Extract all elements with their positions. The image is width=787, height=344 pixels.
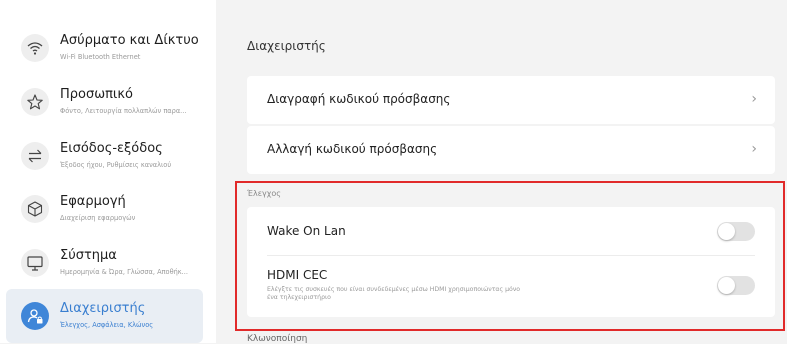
- sidebar-item-input-output[interactable]: Εισόδος-εξόδος Έξοδος ήχου, Ρυθμίσεις κα…: [6, 129, 203, 183]
- sidebar-item-title: Διαχειριστής: [60, 301, 146, 316]
- sidebar-item-title: Εισόδος-εξόδος: [60, 141, 163, 156]
- sidebar-item-subtitle: Φόντο, Λειτουργία πολλαπλών παρα...: [60, 107, 187, 115]
- cube-icon: [21, 195, 49, 223]
- hdmi-cec-row[interactable]: HDMI CEC Ελέγξτε τις συσκευές που είναι …: [247, 256, 775, 317]
- wifi-icon: [21, 34, 49, 62]
- chevron-right-icon: ›: [751, 141, 757, 157]
- sidebar-item-subtitle: Διαχείριση εφαρμογών: [60, 214, 136, 222]
- card-label: Αλλαγή κωδικού πρόσβασης: [267, 142, 438, 156]
- sidebar: Ασύρματο και Δίκτυο Wi-Fi Bluetooth Ethe…: [0, 0, 216, 343]
- arrows-swap-icon: [21, 142, 49, 170]
- chevron-right-icon: ›: [751, 91, 757, 107]
- toggle-knob: [718, 223, 735, 240]
- main-panel: Διαχειριστής Διαγραφή κωδικού πρόσβασης …: [216, 0, 787, 344]
- row-description: Ελέγξτε τις συσκευές που είναι συνδεδεμέ…: [267, 286, 521, 301]
- wake-on-lan-row[interactable]: Wake On Lan: [247, 207, 775, 255]
- change-password-button[interactable]: Αλλαγή κωδικού πρόσβασης ›: [247, 126, 775, 174]
- row-label: Wake On Lan: [267, 224, 346, 238]
- clear-password-button[interactable]: Διαγραφή κωδικού πρόσβασης ›: [247, 76, 775, 124]
- toggle-knob: [718, 277, 735, 294]
- control-settings-group: Wake On Lan HDMI CEC Ελέγξτε τις συσκευέ…: [247, 207, 775, 317]
- sidebar-item-title: Ασύρματο και Δίκτυο: [60, 33, 199, 48]
- hdmi-cec-toggle[interactable]: [717, 276, 755, 295]
- sidebar-item-subtitle: Έλεγχος, Ασφάλεια, Κλώνος: [60, 321, 154, 329]
- sidebar-item-subtitle: Wi-Fi Bluetooth Ethernet: [60, 53, 141, 61]
- monitor-icon: [21, 249, 49, 277]
- admin-user-lock-icon: [21, 302, 49, 330]
- sidebar-item-wireless-network[interactable]: Ασύρματο και Δίκτυο Wi-Fi Bluetooth Ethe…: [6, 21, 203, 75]
- sidebar-item-personal[interactable]: Προσωπικό Φόντο, Λειτουργία πολλαπλών πα…: [6, 75, 203, 129]
- sidebar-item-title: Σύστημα: [60, 248, 117, 263]
- star-icon: [21, 88, 49, 116]
- sidebar-item-title: Εφαρμογή: [60, 194, 126, 209]
- sidebar-item-system[interactable]: Σύστημα Ημερομηνία & Ώρα, Γλώσσα, Αποθήκ…: [6, 236, 203, 290]
- row-label: HDMI CEC: [267, 268, 328, 282]
- sidebar-item-subtitle: Ημερομηνία & Ώρα, Γλώσσα, Αποθήκ...: [60, 268, 188, 276]
- sidebar-item-subtitle: Έξοδος ήχου, Ρυθμίσεις καναλιού: [60, 161, 172, 169]
- card-label: Διαγραφή κωδικού πρόσβασης: [267, 92, 451, 106]
- wake-on-lan-toggle[interactable]: [717, 222, 755, 241]
- section-label-control: Έλεγχος: [247, 189, 281, 198]
- sidebar-item-administrator[interactable]: Διαχειριστής Έλεγχος, Ασφάλεια, Κλώνος: [6, 289, 203, 343]
- sidebar-item-application[interactable]: Εφαρμογή Διαχείριση εφαρμογών: [6, 182, 203, 236]
- sidebar-item-title: Προσωπικό: [60, 87, 133, 102]
- page-title: Διαχειριστής: [247, 39, 326, 53]
